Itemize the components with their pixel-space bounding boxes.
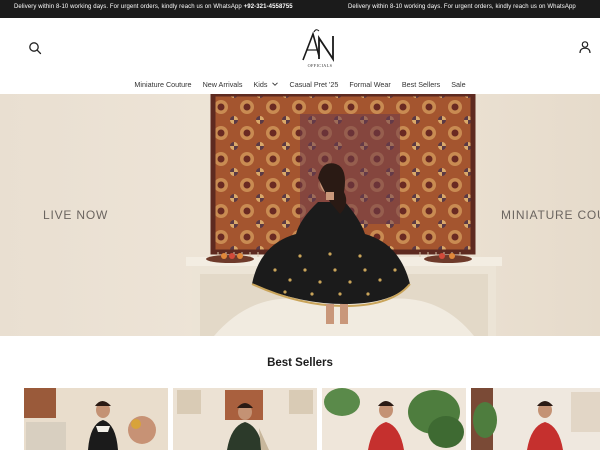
nav-item-casual-pret[interactable]: Casual Pret '25 (290, 80, 339, 89)
logo-subtext: OFFICIALS (308, 63, 333, 68)
product-image (24, 388, 168, 450)
product-image (322, 388, 466, 450)
hero-banner[interactable]: LIVE NOW MINIATURE COU (0, 94, 600, 336)
brand-logo[interactable]: OFFICIALS (297, 26, 343, 70)
product-card[interactable] (24, 388, 168, 450)
nav-item-sale[interactable]: Sale (451, 80, 465, 89)
announcement-message-repeat: Delivery within 8-10 working days. For u… (348, 4, 576, 10)
user-icon[interactable] (578, 40, 592, 54)
nav-item-formal-wear[interactable]: Formal Wear (349, 80, 390, 89)
nav-item-kids[interactable]: Kids (254, 80, 279, 89)
product-image (173, 388, 317, 450)
nav-item-miniature-couture[interactable]: Miniature Couture (134, 80, 191, 89)
announcement-bar: Delivery within 8-10 working days. For u… (0, 0, 600, 18)
nav-item-best-sellers[interactable]: Best Sellers (402, 80, 440, 89)
nav-item-kids-label: Kids (253, 79, 268, 89)
nav-item-new-arrivals[interactable]: New Arrivals (203, 80, 243, 89)
site-header: OFFICIALS (0, 18, 600, 76)
main-nav: Miniature Couture New Arrivals Kids Casu… (0, 76, 600, 92)
hero-left-caption: LIVE NOW (43, 208, 109, 222)
product-card[interactable] (322, 388, 466, 450)
best-sellers-title: Best Sellers (267, 357, 333, 369)
announcement-message: Delivery within 8-10 working days. For u… (14, 4, 293, 10)
hero-right-caption: MINIATURE COU (501, 208, 600, 222)
chevron-down-icon (271, 82, 278, 86)
product-image (471, 388, 600, 450)
search-icon[interactable] (28, 41, 42, 55)
product-card[interactable] (471, 388, 600, 450)
product-card[interactable] (173, 388, 317, 450)
best-sellers-grid (24, 388, 600, 450)
